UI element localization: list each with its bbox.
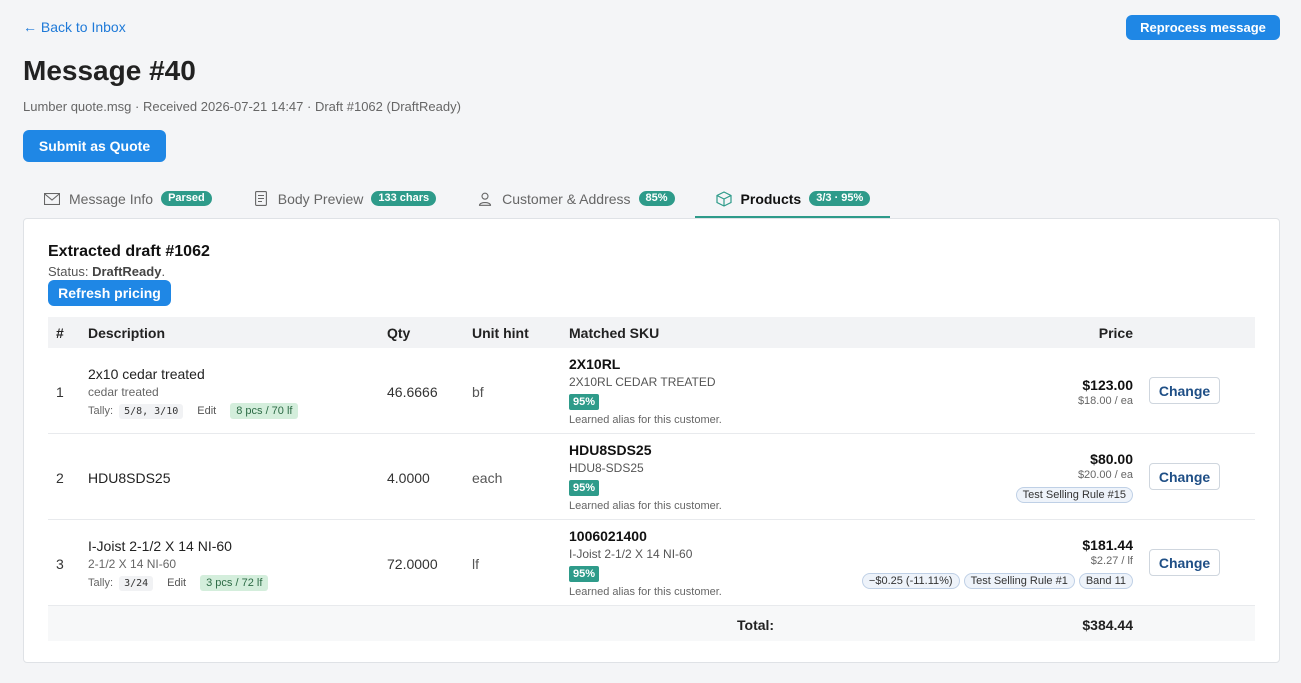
draft-status: Status: DraftReady.: [48, 264, 165, 279]
tab-bar: Message Info Parsed Body Preview 133 cha…: [23, 181, 891, 219]
table-header: # Description Qty Unit hint Matched SKU …: [48, 317, 1255, 348]
price-block: $80.00 $20.00 / ea Test Selling Rule #15: [1015, 451, 1133, 503]
tally-code: 3/24: [119, 575, 154, 591]
table-row: 3 I-Joist 2-1/2 X 14 NI-60 2-1/2 X 14 NI…: [48, 520, 1255, 606]
row-unit-price: $18.00 / ea: [1077, 395, 1133, 407]
tally-summary: 3 pcs / 72 lf: [200, 575, 269, 591]
sku-description: I-Joist 2-1/2 X 14 NI-60: [569, 547, 693, 561]
header-qty: Qty: [387, 325, 411, 341]
row-price: $123.00: [1082, 377, 1133, 393]
row-unit-hint: lf: [472, 556, 479, 572]
change-sku-button[interactable]: Change: [1149, 463, 1220, 490]
header-description: Description: [88, 325, 166, 341]
status-prefix: Status:: [48, 264, 93, 279]
table-row: 1 2x10 cedar treated cedar treated Tally…: [48, 348, 1255, 434]
row-unit-price: $2.27 / lf: [1090, 555, 1133, 567]
row-number: 1: [56, 384, 64, 400]
total-label: Total:: [737, 617, 775, 633]
row-unit-price: $20.00 / ea: [1077, 469, 1133, 481]
change-sku-button[interactable]: Change: [1149, 377, 1220, 404]
message-detail-page: ← Back to Inbox Reprocess message Messag…: [0, 0, 1301, 683]
products-panel: Extracted draft #1062 Status: DraftReady…: [23, 218, 1280, 663]
row-subdescription: 2-1/2 X 14 NI-60: [88, 557, 177, 571]
change-sku-button[interactable]: Change: [1149, 549, 1220, 576]
envelope-icon: [43, 190, 61, 208]
rule-pill: −$0.25 (-11.11%): [861, 573, 960, 589]
match-confidence-badge: 95%: [569, 480, 600, 496]
rule-pill: Test Selling Rule #15: [1015, 487, 1133, 503]
match-confidence-badge: 95%: [569, 394, 600, 410]
draft-title: Extracted draft #1062: [48, 243, 210, 260]
row-unit-hint: bf: [472, 384, 484, 400]
pricing-rules: −$0.25 (-11.11%) Test Selling Rule #1 Ba…: [861, 573, 1133, 589]
header-num: #: [56, 325, 64, 341]
match-confidence-badge: 95%: [569, 566, 600, 582]
header-matched-sku: Matched SKU: [569, 325, 660, 341]
tally-line: Tally: 3/24 Edit 3 pcs / 72 lf: [88, 575, 269, 591]
header-price: Price: [1098, 325, 1133, 341]
table-row: 2 HDU8SDS25 4.0000 each HDU8SDS25 HDU8-S…: [48, 434, 1255, 520]
tab-label: Body Preview: [277, 190, 364, 207]
tally-code: 5/8, 3/10: [119, 403, 184, 419]
tally-label: Tally:: [88, 577, 114, 589]
refresh-pricing-button[interactable]: Refresh pricing: [48, 280, 171, 306]
tally-line: Tally: 5/8, 3/10 Edit 8 pcs / 70 lf: [88, 403, 299, 419]
row-number: 3: [56, 556, 64, 572]
reprocess-message-button[interactable]: Reprocess message: [1126, 15, 1280, 40]
message-subtitle: Lumber quote.msg · Received 2026-07-21 1…: [23, 99, 461, 114]
tab-message-info[interactable]: Message Info Parsed: [23, 181, 232, 219]
row-price: $80.00: [1090, 451, 1133, 467]
sku-note: Learned alias for this customer.: [569, 586, 722, 598]
row-description: 2x10 cedar treated: [88, 366, 205, 382]
rule-pill: Test Selling Rule #1: [963, 573, 1075, 589]
total-row: Total: $384.44: [48, 606, 1255, 641]
row-unit-hint: each: [472, 470, 503, 486]
row-subdescription: cedar treated: [88, 385, 159, 399]
submit-as-quote-button[interactable]: Submit as Quote: [23, 130, 166, 162]
sku-note: Learned alias for this customer.: [569, 500, 722, 512]
edit-tally-link[interactable]: Edit: [167, 577, 186, 589]
sku-code: 1006021400: [569, 528, 647, 544]
sku-note: Learned alias for this customer.: [569, 414, 722, 426]
status-suffix: .: [161, 264, 166, 279]
row-qty: 72.0000: [387, 556, 438, 572]
user-icon: [476, 190, 494, 208]
tab-label: Customer & Address: [502, 190, 631, 207]
sku-description: HDU8-SDS25: [569, 461, 644, 475]
edit-tally-link[interactable]: Edit: [197, 405, 216, 417]
status-badge: 3/3 · 95%: [809, 191, 871, 206]
tally-summary: 8 pcs / 70 lf: [230, 403, 299, 419]
row-description: HDU8SDS25: [88, 470, 171, 486]
page-title: Message #40: [23, 55, 196, 86]
row-qty: 4.0000: [387, 470, 430, 486]
header-unit-hint: Unit hint: [472, 325, 529, 341]
total-value: $384.44: [1082, 617, 1133, 633]
products-table: # Description Qty Unit hint Matched SKU …: [48, 317, 1255, 641]
tab-label: Products: [740, 190, 802, 207]
pricing-rules: Test Selling Rule #15: [1015, 487, 1133, 503]
rule-pill: Band 11: [1078, 573, 1133, 589]
tab-products[interactable]: Products 3/3 · 95%: [694, 181, 891, 219]
row-qty: 46.6666: [387, 384, 438, 400]
back-to-inbox-link[interactable]: ← Back to Inbox: [23, 19, 126, 35]
sku-code: 2X10RL: [569, 356, 621, 372]
tally-label: Tally:: [88, 405, 114, 417]
sku-description: 2X10RL CEDAR TREATED: [569, 375, 716, 389]
sku-code: HDU8SDS25: [569, 442, 652, 458]
tab-body-preview[interactable]: Body Preview 133 chars: [232, 181, 456, 219]
row-price: $181.44: [1082, 537, 1133, 553]
price-block: $181.44 $2.27 / lf −$0.25 (-11.11%) Test…: [861, 537, 1133, 589]
price-block: $123.00 $18.00 / ea: [1078, 377, 1133, 407]
status-badge: 85%: [638, 191, 675, 206]
document-icon: [252, 190, 270, 208]
status-badge: 133 chars: [371, 191, 437, 206]
status-badge: Parsed: [161, 191, 212, 206]
box-icon: [715, 190, 733, 208]
status-value: DraftReady: [92, 264, 162, 279]
tab-customer-address[interactable]: Customer & Address 85%: [456, 181, 694, 219]
row-number: 2: [56, 470, 64, 486]
row-description: I-Joist 2-1/2 X 14 NI-60: [88, 538, 232, 554]
tab-label: Message Info: [69, 190, 154, 207]
